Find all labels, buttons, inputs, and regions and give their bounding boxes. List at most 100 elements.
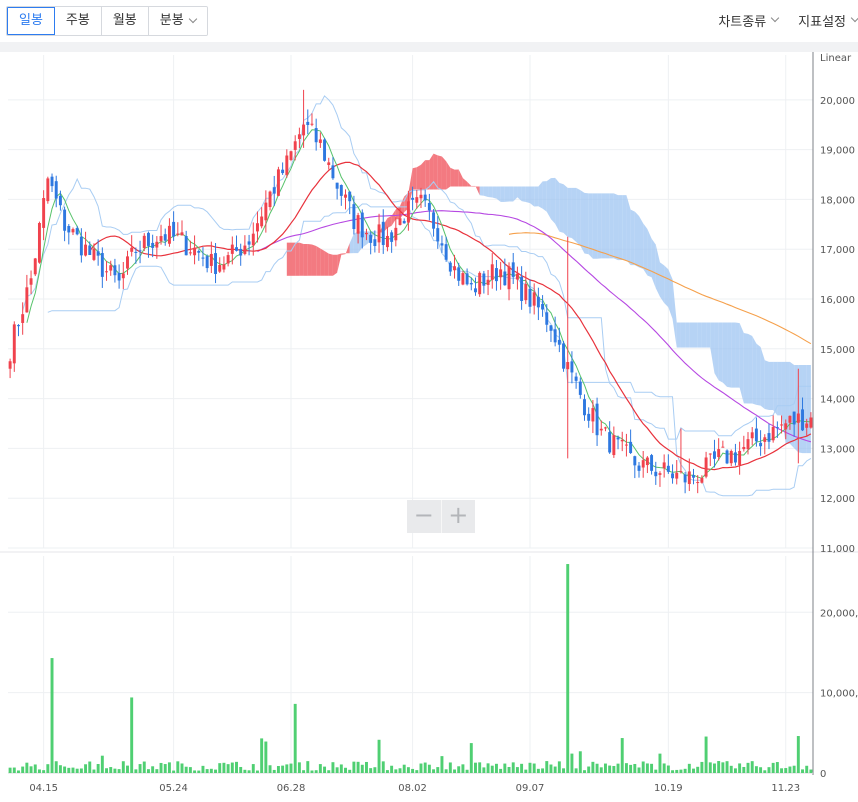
tab-minute[interactable]: 분봉 xyxy=(148,7,207,35)
cloud-segment xyxy=(735,322,740,388)
candle-body xyxy=(84,244,88,256)
volume-bar xyxy=(176,761,180,773)
candle-body xyxy=(427,203,431,211)
tab-daily[interactable]: 일봉 xyxy=(7,7,55,35)
candle-body xyxy=(419,194,423,199)
cloud-segment xyxy=(492,186,497,199)
cloud-segment xyxy=(462,178,468,187)
zoom-out-button[interactable]: − xyxy=(407,500,441,533)
volume-bar xyxy=(796,736,800,773)
tab-weekly[interactable]: 주봉 xyxy=(54,7,102,35)
indicator-settings-dropdown[interactable]: 지표설정 xyxy=(798,11,858,30)
volume-bar xyxy=(302,770,306,773)
candle-body xyxy=(524,284,528,301)
price-chart[interactable]: Linear 20,000 19,000 18,000 17,000 16,000 15,0… xyxy=(0,52,858,802)
period-tabs: 일봉 주봉 월봉 분봉 xyxy=(6,6,208,36)
candle-body xyxy=(318,139,322,143)
candle-body xyxy=(381,221,385,245)
volume-bar xyxy=(809,769,813,773)
candle-body xyxy=(620,439,624,442)
candle-body xyxy=(784,423,788,430)
candle-body xyxy=(285,155,289,175)
cloud-segment xyxy=(479,186,484,196)
cloud-segment xyxy=(500,186,505,202)
zoom-in-button[interactable]: + xyxy=(440,500,475,533)
candle-body xyxy=(71,229,75,233)
volume-bar xyxy=(792,765,796,773)
cloud-segment xyxy=(400,196,405,220)
cloud-segment xyxy=(475,185,480,196)
volume-bar xyxy=(536,768,540,773)
candle-body xyxy=(339,185,343,196)
volume-bar xyxy=(385,770,389,773)
candle-body xyxy=(557,339,561,345)
volume-bar xyxy=(578,751,582,773)
candle-body xyxy=(444,244,448,260)
volume-bar xyxy=(193,770,197,773)
cloud-segment xyxy=(651,238,656,289)
volume-bar xyxy=(587,766,591,773)
volume-bar xyxy=(696,766,700,773)
candle-body xyxy=(448,262,452,272)
cloud-segment xyxy=(676,322,681,348)
volume-bar xyxy=(79,768,83,773)
volume-bar xyxy=(750,761,754,773)
candle-body xyxy=(54,181,58,199)
cloud-segment xyxy=(538,181,543,209)
volume-bar xyxy=(335,767,339,773)
volume-bar xyxy=(759,767,763,773)
candle-body xyxy=(461,273,465,285)
tab-monthly-label: 월봉 xyxy=(112,13,137,28)
candle-body xyxy=(725,450,729,464)
candle-body xyxy=(411,197,415,200)
cloud-segment xyxy=(680,322,686,348)
volume-bar xyxy=(717,761,721,773)
cloud-segment xyxy=(630,209,635,266)
candle-body xyxy=(67,226,71,233)
volume-bar xyxy=(532,763,536,773)
candle-body xyxy=(671,473,675,479)
volume-bar xyxy=(675,769,679,773)
chevron-down-icon xyxy=(188,14,197,24)
cloud-segment xyxy=(727,322,732,388)
tab-monthly[interactable]: 월봉 xyxy=(101,7,149,35)
volume-tick-label: 10,000,0 xyxy=(820,689,858,700)
volume-bar xyxy=(461,764,465,773)
cloud-segment xyxy=(488,186,493,198)
volume-bar xyxy=(557,761,561,773)
zoom-controls: − + xyxy=(407,500,475,533)
cloud-segment xyxy=(316,246,321,276)
candle-body xyxy=(562,343,566,369)
volume-bar xyxy=(310,770,314,773)
chart-type-dropdown[interactable]: 차트종류 xyxy=(718,11,780,30)
candle-body xyxy=(356,215,360,234)
cloud-segment xyxy=(307,243,312,276)
volume-bar xyxy=(285,764,289,773)
candle-body xyxy=(666,465,670,472)
cloud-segment xyxy=(286,242,292,276)
cloud-segment xyxy=(618,195,623,261)
candle-body xyxy=(595,403,599,436)
candle-body xyxy=(218,265,222,272)
volume-bar xyxy=(29,766,33,773)
candle-body xyxy=(633,456,637,466)
candle-body xyxy=(733,452,737,463)
chevron-down-icon xyxy=(770,13,780,23)
candle-body xyxy=(750,432,754,439)
volume-bar xyxy=(524,769,528,773)
volume-bar xyxy=(251,764,255,773)
volume-bar xyxy=(46,764,50,773)
volume-bar xyxy=(142,761,146,773)
candle-body xyxy=(687,471,691,485)
candle-body xyxy=(520,276,524,301)
volume-bar xyxy=(486,763,490,773)
candle-body xyxy=(541,303,545,310)
cloud-segment xyxy=(722,322,728,387)
cloud-segment xyxy=(441,156,447,190)
candle-body xyxy=(503,271,507,286)
volume-bar xyxy=(608,765,612,773)
candle-body xyxy=(46,178,50,202)
volume-bar xyxy=(130,697,134,773)
volume-bar xyxy=(436,767,440,773)
candle-body xyxy=(310,123,314,125)
